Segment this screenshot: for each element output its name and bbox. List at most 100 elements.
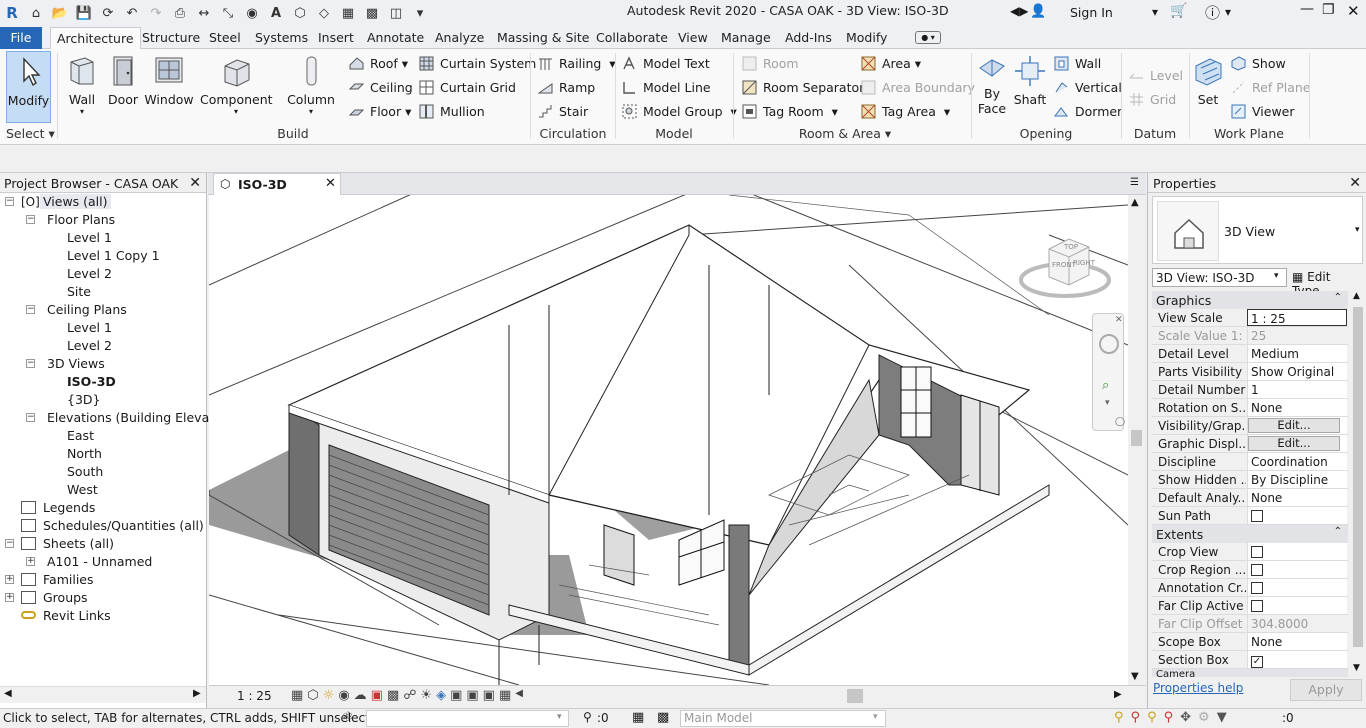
design-option-set-icon[interactable]: ▩ [657,710,669,725]
constraints-icon[interactable]: ▦ [499,688,511,703]
tab-massing-site[interactable]: Massing & Site [497,30,590,45]
far-clip-active-checkbox[interactable] [1251,600,1263,612]
tree-item-level-2[interactable]: Level 2 [67,266,112,281]
dimension-icon[interactable]: ⤡ [219,4,237,22]
close-window-icon[interactable]: ✕ [1347,2,1360,20]
column-button[interactable]: Column ▾ [286,51,336,116]
tab-steel[interactable]: Steel [209,30,241,45]
visibility-graphics-edit-button[interactable]: Edit... [1248,418,1340,433]
close-hidden-icon[interactable]: ▩ [363,4,381,22]
visual-style-icon[interactable]: ⬡ [307,688,318,703]
hscroll-thumb[interactable] [847,689,863,703]
mullion-button[interactable]: Mullion [419,104,485,119]
open-icon[interactable]: 📂 [51,4,69,22]
properties-help-link[interactable]: Properties help [1153,681,1243,695]
default-analysis-value[interactable]: None [1247,489,1347,506]
scroll-up-icon[interactable]: ▲ [1353,291,1360,301]
select-pinned-icon[interactable]: ⚲ [1147,710,1157,725]
measure-icon[interactable]: ↔ [195,4,213,22]
highlight-displacement-icon[interactable]: ▣ [483,688,495,703]
tree-toggle[interactable]: + [5,593,14,602]
tree-item-south[interactable]: South [67,464,103,479]
roof-button[interactable]: Roof ▾ [349,56,408,71]
tree-toggle[interactable]: − [26,215,35,224]
tree-item-groups[interactable]: Groups [43,590,88,605]
help-dropdown-icon[interactable]: ▾ [1225,5,1231,19]
tree-item-views-all[interactable]: Views (all) [40,194,111,209]
tree-item-a101[interactable]: A101 - Unnamed [47,554,152,569]
crop-view-checkbox[interactable] [1251,546,1263,558]
tree-item-schedules[interactable]: Schedules/Quantities (all) [43,518,204,533]
tree-item-ceiling-level-2[interactable]: Level 2 [67,338,112,353]
crop-view-icon[interactable]: ▣ [371,688,383,703]
tree-item-east[interactable]: East [67,428,94,443]
tag-icon[interactable]: ◉ [243,4,261,22]
modify-button[interactable]: Modify [6,51,51,123]
tree-item-3d-views[interactable]: 3D Views [47,356,105,371]
tree-item-level-1[interactable]: Level 1 [67,230,112,245]
close-nav-icon[interactable]: ✕ [1115,315,1123,325]
discipline-value[interactable]: Coordination [1247,453,1347,470]
view-tab-iso-3d[interactable]: ⬡ ISO-3D ✕ [213,173,341,195]
cart-icon[interactable]: 🛒 [1170,3,1187,19]
zoom-icon[interactable]: ⌕ [1102,378,1109,393]
sun-path-icon[interactable]: ☼ [323,688,335,703]
stair-button[interactable]: Stair [538,104,588,119]
hscroll-left-icon[interactable]: ◀ [515,688,523,703]
model-line-button[interactable]: Model Line [622,80,711,95]
show-button[interactable]: Show [1231,56,1286,71]
revit-logo-icon[interactable]: R [3,4,21,22]
tab-architecture[interactable]: Architecture [50,27,141,50]
tab-manage[interactable]: Manage [721,30,771,45]
zoom-dropdown-icon[interactable]: ▾ [1105,398,1110,408]
ceiling-button[interactable]: Ceiling [348,80,413,95]
window-button[interactable]: Window [144,51,194,107]
reveal-hidden-icon[interactable]: ◈ [436,688,446,703]
camera-section[interactable]: Camera [1152,669,1348,677]
show-hidden-value[interactable]: By Discipline [1247,471,1347,488]
hscroll-right-icon[interactable]: ▶ [1114,689,1122,700]
canvas-vscrollbar[interactable]: ▲ ▼ [1128,195,1145,685]
tree-item-families[interactable]: Families [43,572,94,587]
tab-systems[interactable]: Systems [255,30,308,45]
type-selector-preview[interactable]: 3D View ▾ [1152,196,1363,264]
rotation-value[interactable]: None [1247,399,1347,416]
close-view-icon[interactable]: ✕ [325,176,336,191]
customize-qat-icon[interactable]: ▾ [411,4,429,22]
graphics-section[interactable]: Graphics ⌃ [1152,291,1348,309]
model-group-button[interactable]: Model Group ▾ [622,104,737,119]
grid-button[interactable]: Grid [1129,92,1176,107]
tree-item-ceiling-plans[interactable]: Ceiling Plans [47,302,127,317]
tree-item-floor-plans[interactable]: Floor Plans [47,212,115,227]
tab-file[interactable]: File [0,27,42,49]
graphic-display-edit-button[interactable]: Edit... [1248,436,1340,451]
set-button[interactable]: Set [1193,51,1223,107]
view-scale-input[interactable]: 1 : 25 [1247,309,1347,326]
sign-in-dropdown-icon[interactable]: ▾ [1152,5,1158,19]
room-separator-button[interactable]: Room Separator [742,80,864,95]
tab-view[interactable]: View [678,30,708,45]
tree-toggle[interactable]: + [26,557,35,566]
edit-type-button[interactable]: ▦ Edit Type [1290,268,1363,298]
project-browser-hscrollbar[interactable]: ◀ ▶ [0,686,206,703]
sun-path-checkbox[interactable] [1251,510,1263,522]
restore-icon[interactable]: ❐ [1322,2,1335,18]
scroll-down-icon[interactable]: ▼ [1353,663,1360,673]
analytical-icon[interactable]: ▣ [466,688,478,703]
dormer-button[interactable]: Dormer [1054,104,1122,119]
tab-annotate[interactable]: Annotate [367,30,424,45]
worksets-icon[interactable]: ⚛ [342,710,354,725]
section-icon[interactable]: ◇ [315,4,333,22]
tree-item-ceiling-level-1[interactable]: Level 1 [67,320,112,335]
tree-toggle[interactable]: − [26,305,35,314]
design-option-selector[interactable]: Main Model ▾ [680,710,886,727]
area-button[interactable]: Area ▾ [861,56,921,71]
properties-scroll-thumb[interactable] [1353,307,1363,647]
nav-resize-icon[interactable]: ◯ [1115,417,1125,427]
properties-scrollbar[interactable]: ▲ ▼ [1351,291,1365,677]
tree-item-iso-3d[interactable]: ISO-3D [67,374,116,389]
tree-toggle[interactable]: − [5,197,14,206]
tab-analyze[interactable]: Analyze [435,30,484,45]
text-icon[interactable]: A [267,4,285,22]
select-by-face-icon[interactable]: ⚲ [1164,710,1174,725]
